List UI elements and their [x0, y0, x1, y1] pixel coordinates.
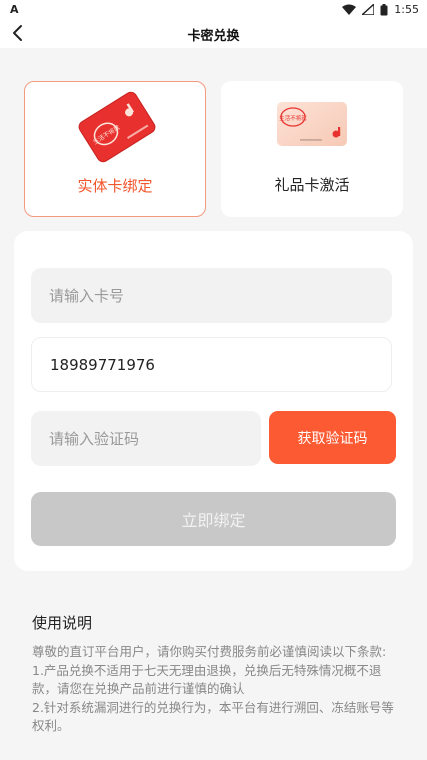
card-art-text-gift: 生活不将就: [279, 114, 307, 122]
instructions-section: 使用说明 尊敬的直订平台用户，请你购买付费服务前必谨慎阅读以下条款: 1.产品兑…: [32, 612, 402, 736]
gift-card-label: 礼品卡激活: [274, 176, 350, 194]
instructions-title: 使用说明: [32, 614, 93, 632]
bind-now-button[interactable]: 立即绑定: [31, 492, 396, 546]
gift-card-option[interactable]: 生活不将就 礼品卡激活: [221, 81, 403, 217]
page-title: 卡密兑换: [187, 29, 240, 44]
wifi-icon: [342, 4, 357, 15]
card-number-input[interactable]: 请输入卡号: [31, 268, 392, 323]
gift-card-icon: 生活不将就: [277, 102, 347, 146]
physical-card-label: 实体卡绑定: [77, 177, 153, 195]
verification-code-input[interactable]: 请输入验证码: [31, 411, 261, 466]
instructions-paragraph: 1.产品兑换不适用于七天无理由退换，兑换后无特殊情况概不退款，请您在兑换产品前进…: [32, 662, 382, 697]
signal-icon: [362, 4, 375, 15]
form-panel: 请输入卡号 18989771976 请输入验证码 获取验证码 立即绑定: [14, 231, 413, 571]
instructions-paragraph: 2.针对系统漏洞进行的兑换行为，本平台有进行溯回、冻结账号等权利。: [32, 699, 394, 734]
status-bar: A 1:55: [0, 0, 427, 20]
physical-card-option[interactable]: 生活不将就 实体卡绑定: [24, 81, 206, 217]
status-icons: 1:55: [342, 3, 419, 16]
phone-input[interactable]: 18989771976: [31, 337, 392, 392]
get-code-button[interactable]: 获取验证码: [269, 411, 396, 464]
nav-bar: 卡密兑换: [0, 20, 427, 48]
red-card-icon: 生活不将就: [78, 91, 156, 163]
status-time: 1:55: [394, 3, 419, 16]
notification-a-icon: A: [10, 3, 19, 16]
battery-icon: [380, 3, 388, 15]
instructions-paragraph: 尊敬的直订平台用户，请你购买付费服务前必谨慎阅读以下条款:: [32, 644, 387, 659]
